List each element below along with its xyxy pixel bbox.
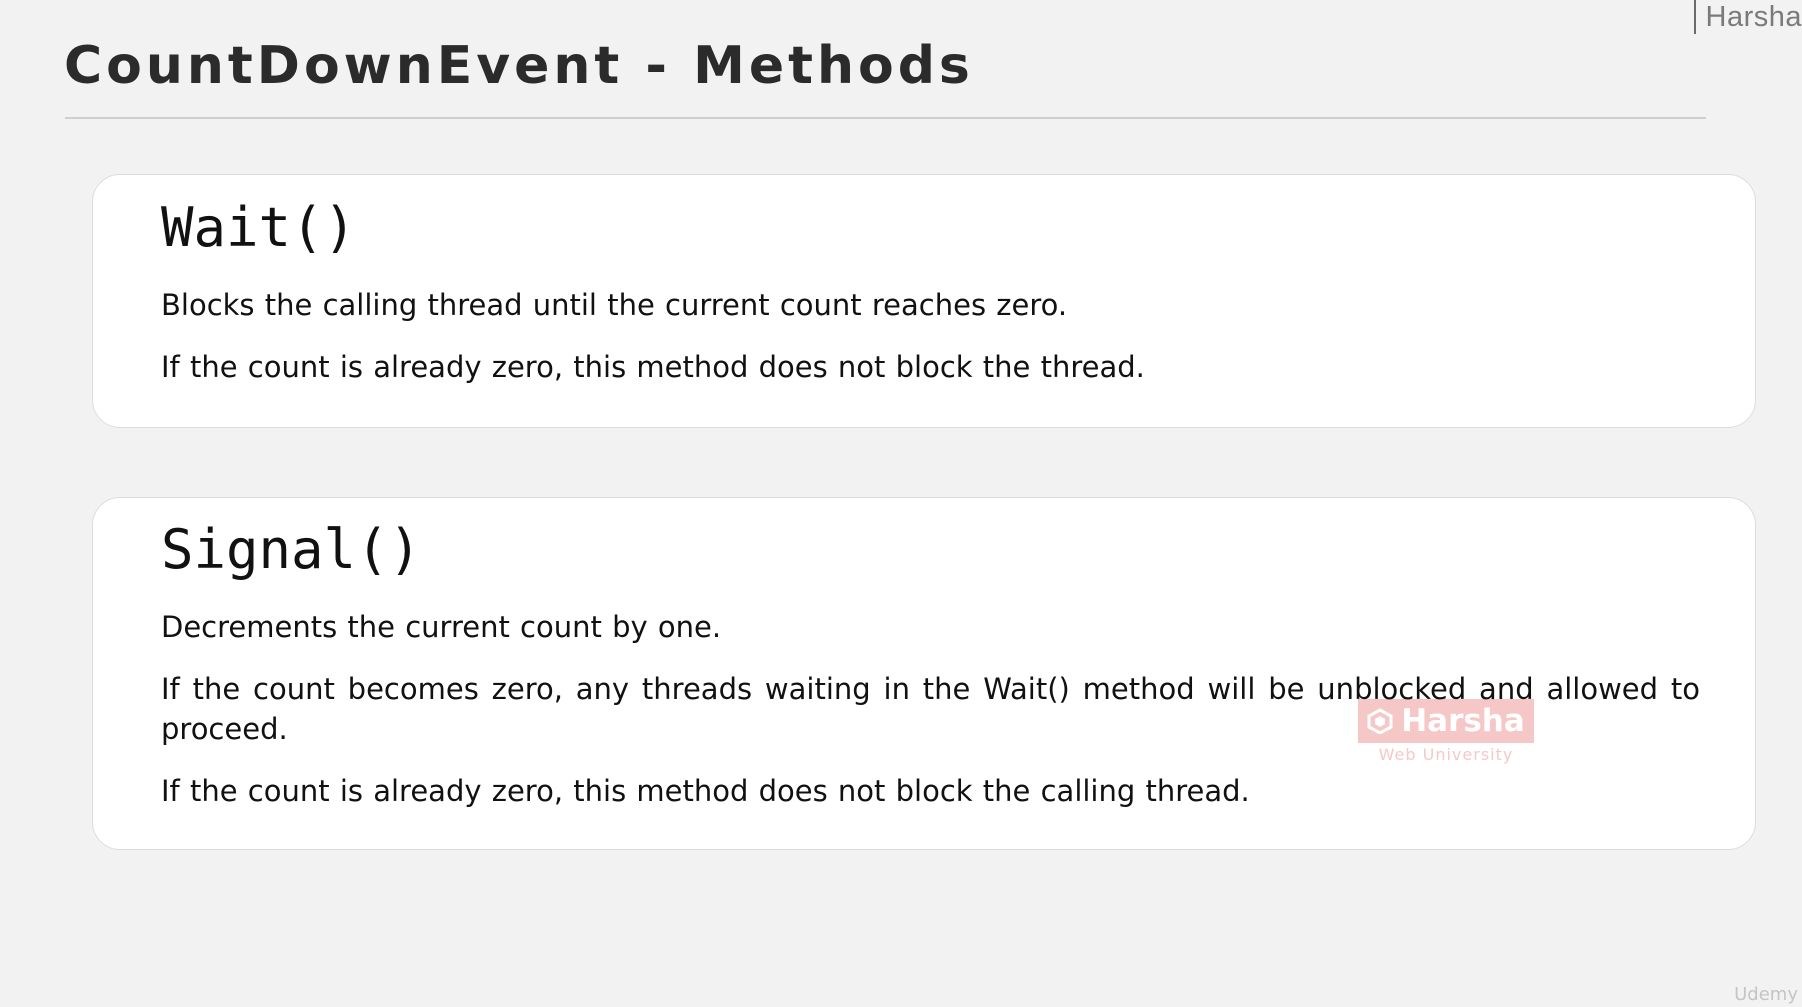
method-description: Decrements the current count by one. — [161, 610, 722, 644]
method-card-signal: Signal() Decrements the current count by… — [92, 497, 1756, 850]
brand-label: Harsha — [1693, 0, 1802, 34]
method-name-wait: Wait() — [161, 196, 357, 259]
title-divider — [65, 117, 1706, 119]
method-description: If the count is already zero, this metho… — [161, 774, 1250, 808]
method-card-wait: Wait() Blocks the calling thread until t… — [92, 174, 1756, 428]
method-description: If the count is already zero, this metho… — [161, 350, 1145, 384]
udemy-watermark: Udemy — [1734, 984, 1798, 1005]
method-name-signal: Signal() — [161, 518, 422, 581]
method-description: If the count becomes zero, any threads w… — [161, 672, 1700, 746]
method-description: Blocks the calling thread until the curr… — [161, 288, 1068, 322]
page-title: CountDownEvent - Methods — [64, 36, 974, 96]
